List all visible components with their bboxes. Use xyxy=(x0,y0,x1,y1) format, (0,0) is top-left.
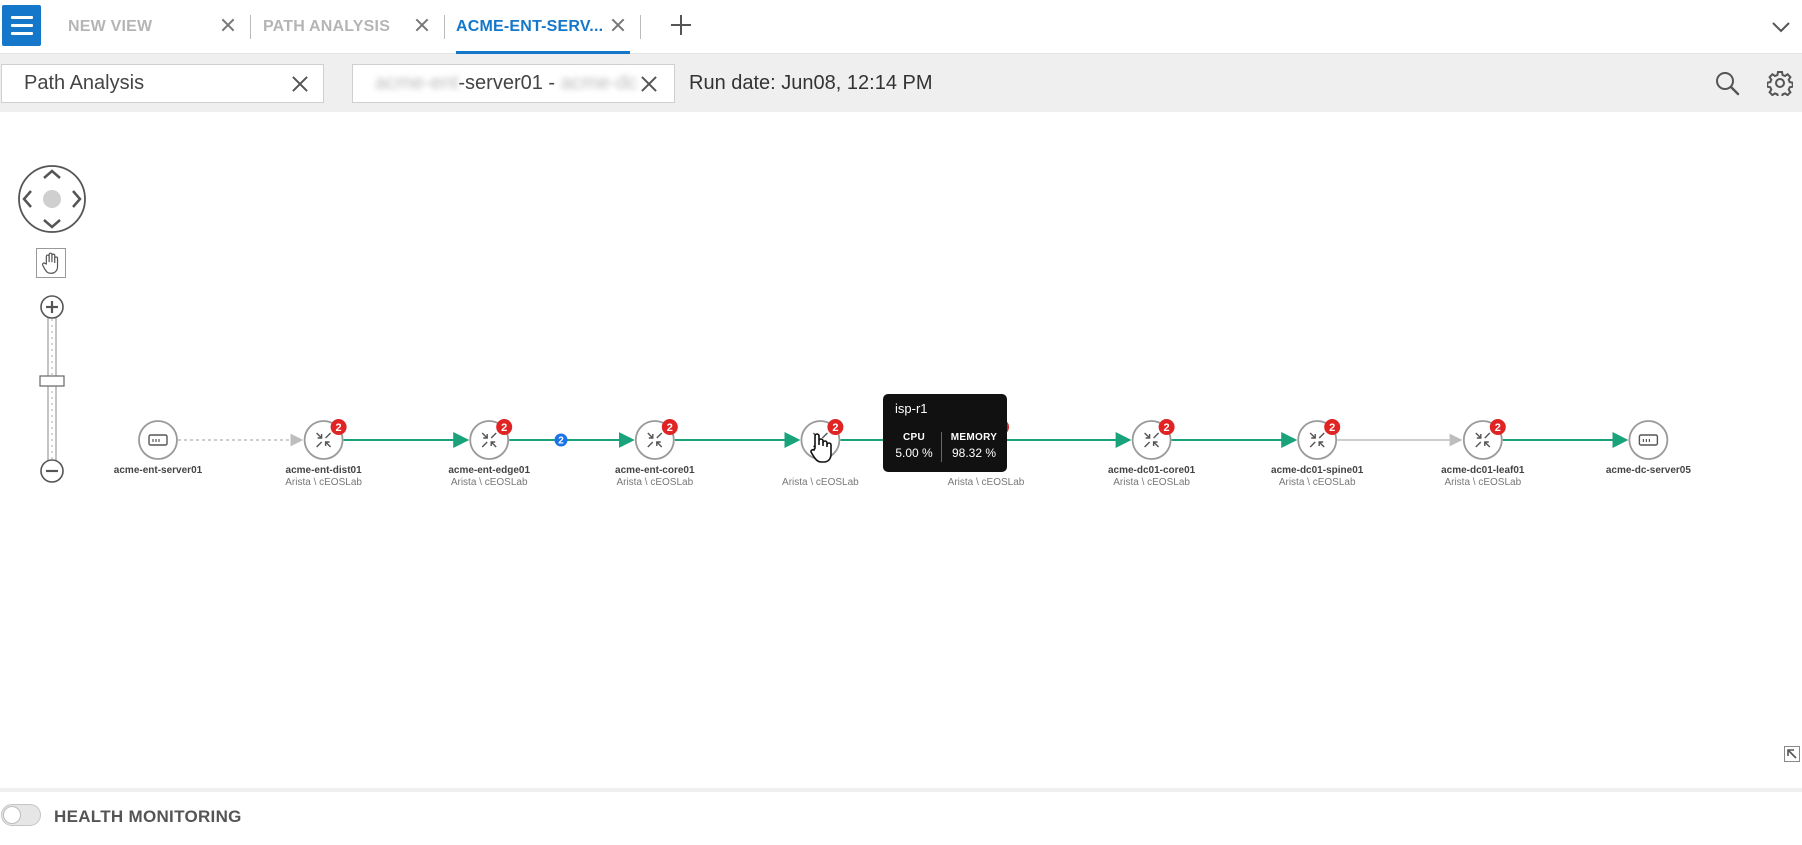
plus-icon[interactable] xyxy=(669,13,693,37)
router-node[interactable]: 2 xyxy=(303,419,347,460)
node-vendor-model: Arista \ cEOSLab xyxy=(947,477,1025,488)
tab-label: NEW VIEW xyxy=(68,18,153,35)
tab-bar: NEW VIEW PATH ANALYSIS ACME-ENT-SERV... xyxy=(0,0,1802,54)
node-name: acme-dc01-core01 xyxy=(1107,465,1196,476)
node-name: acme-ent-core01 xyxy=(615,465,695,476)
node-vendor-model: Arista \ cEOSLab xyxy=(450,477,528,488)
cpu-value: 5.00 % xyxy=(895,446,933,460)
node-name: acme-dc01-spine01 xyxy=(1271,465,1364,476)
memory-metric: MEMORY 98.32 % xyxy=(945,432,1003,460)
cpu-label: CPU xyxy=(902,432,925,443)
svg-text:2: 2 xyxy=(667,422,673,434)
node-vendor-model: Arista \ cEOSLab xyxy=(782,477,859,488)
node-tooltip: isp-r1 CPU 5.00 % MEMORY 98.32 % xyxy=(883,394,1007,472)
link-info-badge[interactable]: 2 xyxy=(554,433,568,447)
search-icon[interactable] xyxy=(1714,70,1740,96)
health-monitoring-toggle[interactable] xyxy=(1,804,41,826)
server-node[interactable] xyxy=(1628,420,1669,460)
health-monitoring-label: HEALTH MONITORING xyxy=(54,807,242,826)
tab-separator xyxy=(640,15,641,39)
hand-icon[interactable] xyxy=(36,248,66,278)
expand-corner-icon[interactable] xyxy=(1784,746,1800,762)
clear-icon[interactable] xyxy=(640,75,658,93)
router-node[interactable]: 2 xyxy=(469,419,513,460)
memory-label: MEMORY xyxy=(950,432,998,443)
node-vendor-model: Arista \ cEOSLab xyxy=(1444,477,1522,488)
node-vendor-model: Arista \ cEOSLab xyxy=(1113,477,1190,488)
node-name: acme-dc-server05 xyxy=(1605,465,1691,476)
hand-cursor-icon xyxy=(810,433,832,463)
svg-text:2: 2 xyxy=(558,436,564,447)
tab-separator xyxy=(250,15,251,39)
blurred-destination: acme-dc xyxy=(560,72,638,94)
tab-acme-ent-server[interactable]: ACME-ENT-SERV... xyxy=(456,0,630,54)
node-name: acme-ent-server01 xyxy=(113,465,203,476)
tab-new-view[interactable]: NEW VIEW xyxy=(68,0,258,54)
router-node[interactable]: 2 xyxy=(1462,419,1506,460)
view-name-text: Path Analysis xyxy=(24,72,145,94)
zoom-in-icon[interactable] xyxy=(40,295,64,319)
router-node[interactable]: 2 xyxy=(1131,419,1175,460)
router-node[interactable]: 2 xyxy=(634,419,678,460)
router-node[interactable]: 2 xyxy=(1297,419,1341,460)
svg-text:2: 2 xyxy=(1329,422,1335,434)
svg-text:2: 2 xyxy=(336,422,342,434)
close-icon[interactable] xyxy=(610,17,626,33)
svg-text:2: 2 xyxy=(1164,422,1170,434)
node-name: acme-ent-dist01 xyxy=(285,465,362,476)
tab-separator xyxy=(444,15,445,39)
server-node[interactable] xyxy=(138,420,178,460)
tab-path-analysis[interactable]: PATH ANALYSIS xyxy=(263,0,433,54)
path-endpoints-text: acme-ent-server01 - acme-dc xyxy=(353,72,637,95)
cpu-metric: CPU 5.00 % xyxy=(891,432,937,460)
svg-text:2: 2 xyxy=(501,422,507,434)
hamburger-menu-icon[interactable] xyxy=(2,5,41,46)
view-name-field[interactable]: Path Analysis xyxy=(1,64,324,103)
gear-icon[interactable] xyxy=(1767,70,1793,96)
tooltip-divider xyxy=(941,432,942,462)
memory-value: 98.32 % xyxy=(951,446,997,460)
zoom-handle[interactable] xyxy=(39,375,65,387)
node-name: acme-ent-edge01 xyxy=(448,465,531,476)
path-middle: -server01 - xyxy=(458,72,561,94)
clear-icon[interactable] xyxy=(291,75,309,93)
close-icon[interactable] xyxy=(414,17,430,33)
node-name: acme-dc01-leaf01 xyxy=(1441,465,1525,476)
path-endpoints-field[interactable]: acme-ent-server01 - acme-dc xyxy=(352,64,675,103)
tooltip-title: isp-r1 xyxy=(895,401,928,416)
chevron-down-icon[interactable] xyxy=(1770,16,1792,38)
tab-label: ACME-ENT-SERV... xyxy=(456,18,604,35)
toggle-knob xyxy=(3,806,21,824)
node-vendor-model: Arista \ cEOSLab xyxy=(285,477,362,488)
svg-text:2: 2 xyxy=(1495,422,1501,434)
pan-control[interactable] xyxy=(17,164,87,234)
close-icon[interactable] xyxy=(220,17,236,33)
tab-label: PATH ANALYSIS xyxy=(263,18,391,35)
node-vendor-model: Arista \ cEOSLab xyxy=(616,477,694,488)
blurred-source: acme-ent xyxy=(375,72,459,94)
node-vendor-model: Arista \ cEOSLab xyxy=(1278,477,1356,488)
run-date: Run date: Jun08, 12:14 PM xyxy=(689,72,933,94)
footer-bar xyxy=(0,788,1802,845)
